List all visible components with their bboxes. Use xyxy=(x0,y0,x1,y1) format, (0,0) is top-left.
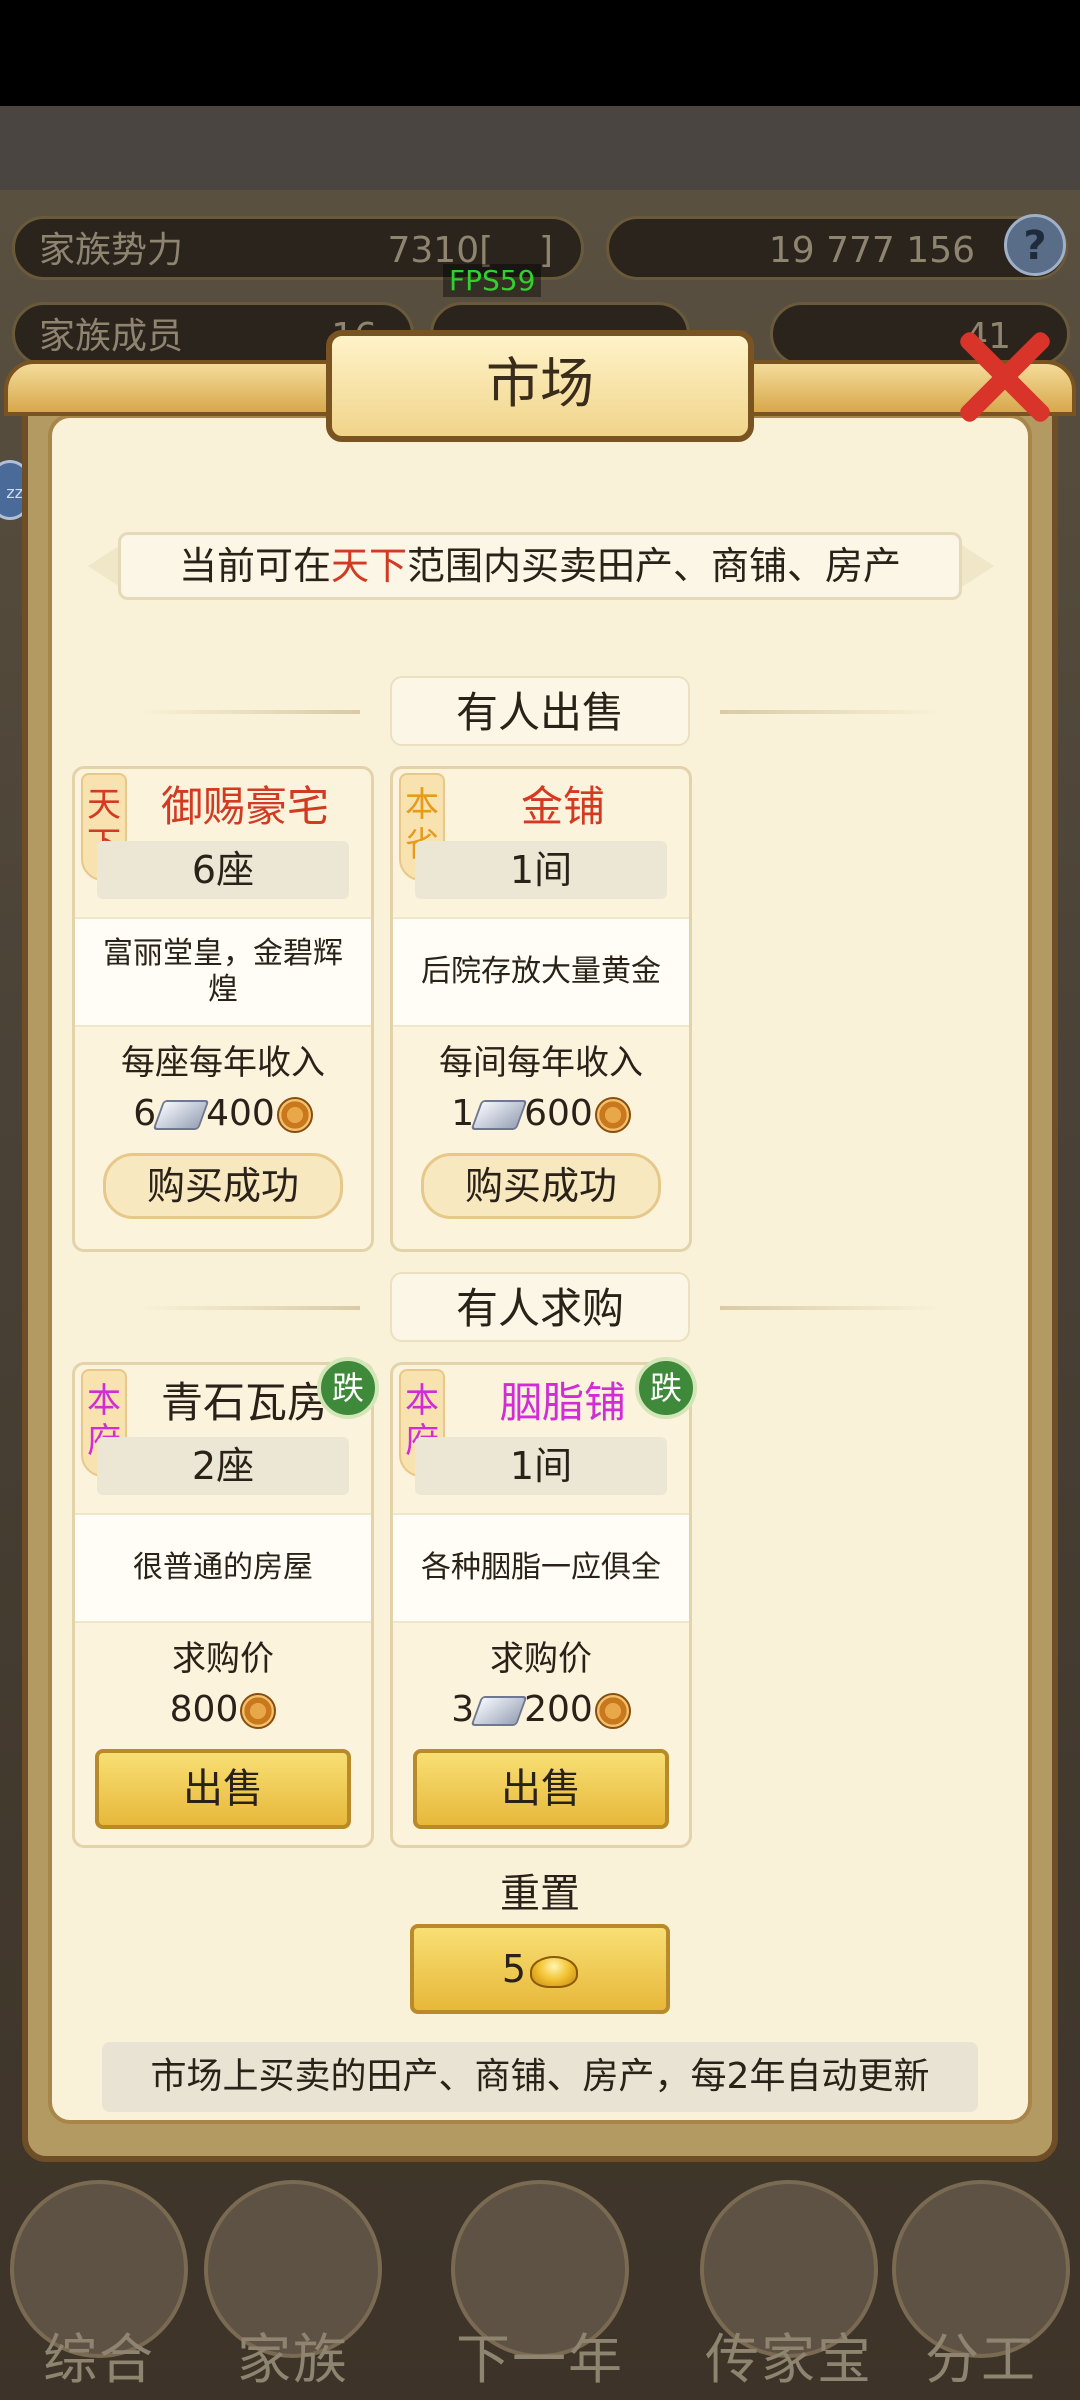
silver-ingot-icon xyxy=(470,1696,528,1726)
dialog-title: 市场 xyxy=(326,330,754,442)
property-quantity: 1间 xyxy=(415,1437,667,1495)
close-icon[interactable] xyxy=(952,322,1062,432)
price-drop-badge: 跌 xyxy=(317,1357,379,1419)
sell-button[interactable]: 出售 xyxy=(413,1749,669,1829)
copper-coin-icon xyxy=(276,1097,313,1133)
scope-notice: 当前可在天下范围内买卖田产、商铺、房产 xyxy=(118,532,962,600)
nav-label: 综合 xyxy=(43,2328,155,2391)
copper-coin-icon xyxy=(240,1693,277,1729)
reset-cost: 5 xyxy=(501,1947,527,1991)
family-members-label: 家族成员 xyxy=(39,316,184,357)
title-wing-left xyxy=(4,360,344,416)
family-power-label: 家族势力 xyxy=(39,230,184,271)
wanted-section-header: 有人求购 xyxy=(140,1272,940,1342)
section-title: 有人求购 xyxy=(390,1272,690,1342)
nav-heirloom[interactable]: 传家宝 xyxy=(694,2180,884,2400)
nav-family[interactable]: 家族 xyxy=(198,2180,388,2400)
silver-ingot-icon xyxy=(152,1100,210,1130)
sell-button[interactable]: 出售 xyxy=(95,1749,351,1829)
wanted-card: 本府 胭脂铺 跌 1间 各种胭脂一应俱全 求购价 3200 出售 xyxy=(390,1357,697,1848)
sale-card: 天下 御赐豪宅 6座 富丽堂皇，金碧辉煌 每座每年收入 6400 购买成功 xyxy=(72,766,374,1252)
silver-ingot-icon xyxy=(470,1100,528,1130)
property-quantity: 6座 xyxy=(97,841,349,899)
wanted-card: 本府 青石瓦房 跌 2座 很普通的房屋 求购价 800 出售 xyxy=(72,1357,379,1848)
copper-coin-icon xyxy=(594,1693,631,1729)
price-label: 求购价 xyxy=(490,1639,592,1679)
income-label: 每间每年收入 xyxy=(439,1043,643,1083)
top-band xyxy=(0,106,1080,190)
section-title: 有人出售 xyxy=(390,676,690,746)
nav-general[interactable]: 综合 xyxy=(4,2180,194,2400)
resources-value: 19 777 156 xyxy=(768,230,975,271)
fps-counter: FPS59 xyxy=(443,264,542,297)
price-value: 3 200 xyxy=(393,1687,689,1733)
copper-coin-icon xyxy=(594,1097,631,1133)
reset-label: 重置 xyxy=(500,1871,580,1917)
for-sale-section-header: 有人出售 xyxy=(140,676,940,746)
purchased-button[interactable]: 购买成功 xyxy=(103,1153,343,1219)
nav-next-year[interactable]: 下一年 xyxy=(440,2180,640,2400)
property-description: 后院存放大量黄金 xyxy=(393,917,689,1027)
help-icon[interactable]: ? xyxy=(1004,214,1066,276)
nav-label: 传家宝 xyxy=(705,2328,873,2391)
property-quantity: 1间 xyxy=(415,841,667,899)
nav-label: 分工 xyxy=(925,2328,1037,2391)
gold-ingot-icon xyxy=(530,1955,579,1988)
refresh-note: 市场上买卖的田产、商铺、房产，每2年自动更新 xyxy=(102,2042,978,2112)
purchased-button[interactable]: 购买成功 xyxy=(421,1153,661,1219)
nav-label: 下一年 xyxy=(456,2328,624,2391)
property-description: 富丽堂皇，金碧辉煌 xyxy=(75,917,371,1027)
price-label: 求购价 xyxy=(172,1639,274,1679)
price-drop-badge: 跌 xyxy=(635,1357,697,1419)
status-bar xyxy=(0,0,1080,106)
nav-assignment[interactable]: 分工 xyxy=(886,2180,1076,2400)
scope-highlight: 天下 xyxy=(330,544,407,588)
property-name: 金铺 xyxy=(520,782,605,831)
nav-label: 家族 xyxy=(237,2328,349,2391)
property-name: 御赐豪宅 xyxy=(160,782,329,831)
price-value: 800 xyxy=(75,1687,371,1733)
reset-button[interactable]: 5 xyxy=(410,1924,670,2014)
bottom-nav: 综合 家族 下一年 传家宝 分工 xyxy=(0,2160,1080,2400)
income-label: 每座每年收入 xyxy=(121,1043,325,1083)
property-quantity: 2座 xyxy=(97,1437,349,1495)
sale-card: 本省 金铺 1间 后院存放大量黄金 每间每年收入 1600 购买成功 xyxy=(390,766,692,1252)
property-description: 很普通的房屋 xyxy=(75,1513,371,1623)
income-value: 6 400 xyxy=(75,1091,371,1137)
income-value: 1 600 xyxy=(393,1091,689,1137)
resources-pill[interactable]: 19 777 156 xyxy=(606,216,1068,280)
property-description: 各种胭脂一应俱全 xyxy=(393,1513,689,1623)
